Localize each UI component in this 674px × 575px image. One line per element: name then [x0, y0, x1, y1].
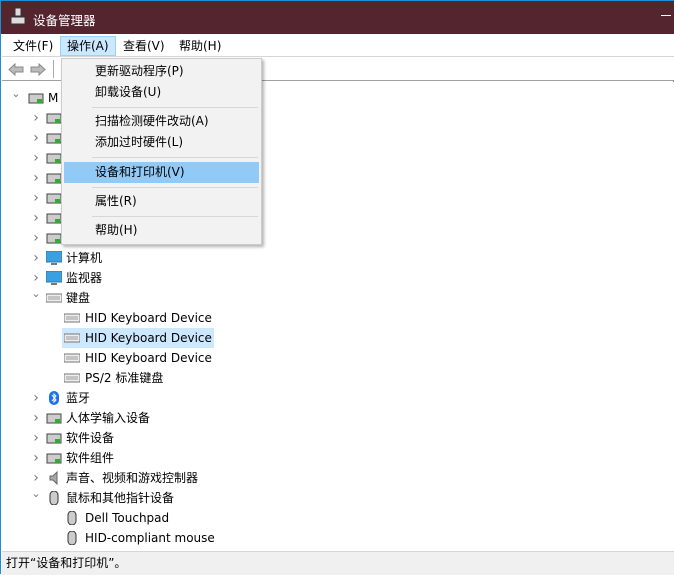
menu-item-uninstall-device[interactable]: 卸载设备(U)	[64, 82, 259, 103]
chevron-right-icon[interactable]: ›	[30, 148, 42, 168]
menu-separator	[92, 187, 258, 188]
tree-item-label: HID-compliant mouse	[85, 531, 215, 545]
tree-item-label: M	[48, 91, 59, 105]
mouse-icon	[67, 511, 77, 525]
window-title: 设备管理器	[33, 13, 96, 28]
menu-help[interactable]: 帮助(H)	[173, 36, 227, 56]
drive-icon	[46, 173, 62, 184]
menu-item-properties[interactable]: 属性(R)	[64, 191, 259, 212]
computer-root-icon	[28, 93, 44, 104]
software-component-icon	[46, 453, 62, 464]
menu-separator	[92, 157, 258, 158]
tree-item-label: 监视器	[66, 271, 103, 285]
tree-item-label: 软件设备	[66, 431, 115, 445]
menu-view[interactable]: 查看(V)	[117, 36, 171, 56]
chevron-down-icon[interactable]: ⌄	[10, 88, 22, 108]
speaker-icon	[49, 471, 58, 485]
tree-item-label: Dell Touchpad	[85, 511, 170, 525]
printer-icon	[46, 213, 62, 224]
bluetooth-icon	[49, 391, 59, 405]
hid-icon	[46, 413, 62, 424]
chevron-right-icon[interactable]: ›	[30, 208, 42, 228]
tree-item-label: 人体学输入设备	[66, 411, 151, 425]
monitor-icon	[46, 251, 62, 265]
monitor-icon	[46, 271, 62, 285]
chevron-right-icon[interactable]: ›	[30, 268, 42, 288]
tree-item-label: 软件组件	[66, 451, 115, 465]
menu-bar: 文件(F) 操作(A) 查看(V) 帮助(H)	[2, 34, 674, 57]
menu-file[interactable]: 文件(F)	[7, 36, 59, 56]
keyboard-icon	[64, 313, 80, 323]
chevron-right-icon[interactable]: ›	[30, 188, 42, 208]
keyboard-icon	[64, 333, 80, 343]
menu-item-scan-hardware[interactable]: 扫描检测硬件改动(A)	[64, 111, 259, 132]
network-adapter-icon	[46, 193, 62, 204]
device-manager-icon	[11, 8, 25, 25]
chevron-right-icon[interactable]: ›	[30, 128, 42, 148]
mouse-icon	[67, 531, 77, 545]
disk-drive-icon	[46, 113, 62, 124]
device-manager-window: 设备管理器 文件(F) 操作(A) 查看(V) 帮助(H) M ⌄ › › › › › › › 计…	[0, 0, 674, 575]
menu-separator	[92, 107, 258, 108]
action-dropdown-menu: 更新驱动程序(P) 卸载设备(U) 扫描检测硬件改动(A) 添加过时硬件(L) …	[61, 58, 262, 245]
keyboard-icon	[64, 353, 80, 363]
chevron-down-icon[interactable]: ⌄	[30, 288, 42, 308]
menu-item-devices-and-printers[interactable]: 设备和打印机(V)	[64, 162, 259, 183]
software-device-icon	[46, 433, 62, 444]
tree-item-label: HID Keyboard Device	[85, 331, 212, 345]
tree-item-label: 蓝牙	[66, 391, 91, 405]
menu-item-update-driver[interactable]: 更新驱动程序(P)	[64, 61, 259, 82]
chevron-right-icon[interactable]: ›	[30, 408, 42, 428]
tree-item-label: 键盘	[66, 291, 91, 305]
menu-item-help[interactable]: 帮助(H)	[64, 220, 259, 241]
tree-item[interactable]: HID Keyboard Device	[62, 328, 214, 348]
title-bar: 设备管理器	[1, 1, 674, 34]
tree-item-label: PS/2 标准键盘	[85, 371, 164, 385]
chevron-right-icon[interactable]: ›	[30, 448, 42, 468]
chevron-right-icon[interactable]: ›	[30, 168, 42, 188]
chevron-right-icon[interactable]: ›	[30, 228, 42, 248]
battery-icon	[46, 233, 62, 244]
back-arrow-icon[interactable]	[8, 63, 24, 76]
tree-item-label: 鼠标和其他指针设备	[66, 491, 175, 505]
forward-arrow-icon[interactable]	[30, 63, 46, 76]
chevron-right-icon[interactable]: ›	[30, 468, 42, 488]
menu-action[interactable]: 操作(A)	[60, 36, 116, 56]
processor-icon	[46, 153, 62, 164]
status-bar: 打开“设备和打印机”。	[2, 551, 674, 575]
tree-item-label: 声音、视频和游戏控制器	[66, 471, 199, 485]
chevron-right-icon[interactable]: ›	[30, 388, 42, 408]
chevron-down-icon[interactable]: ⌄	[30, 488, 42, 508]
minimize-button[interactable]	[661, 15, 671, 16]
menu-item-add-legacy-hardware[interactable]: 添加过时硬件(L)	[64, 132, 259, 153]
chevron-right-icon[interactable]: ›	[30, 428, 42, 448]
tree-item-label: HID Keyboard Device	[85, 351, 212, 365]
menu-separator	[92, 216, 258, 217]
tree-item-label: HID Keyboard Device	[85, 311, 212, 325]
chevron-right-icon[interactable]: ›	[30, 248, 42, 268]
chevron-right-icon[interactable]: ›	[30, 108, 42, 128]
toolbar-divider	[53, 60, 54, 78]
keyboard-icon	[46, 293, 62, 303]
mouse-icon	[49, 491, 59, 505]
storage-controller-icon	[46, 133, 62, 144]
keyboard-icon	[64, 373, 80, 383]
tree-item-label: 计算机	[66, 251, 103, 265]
